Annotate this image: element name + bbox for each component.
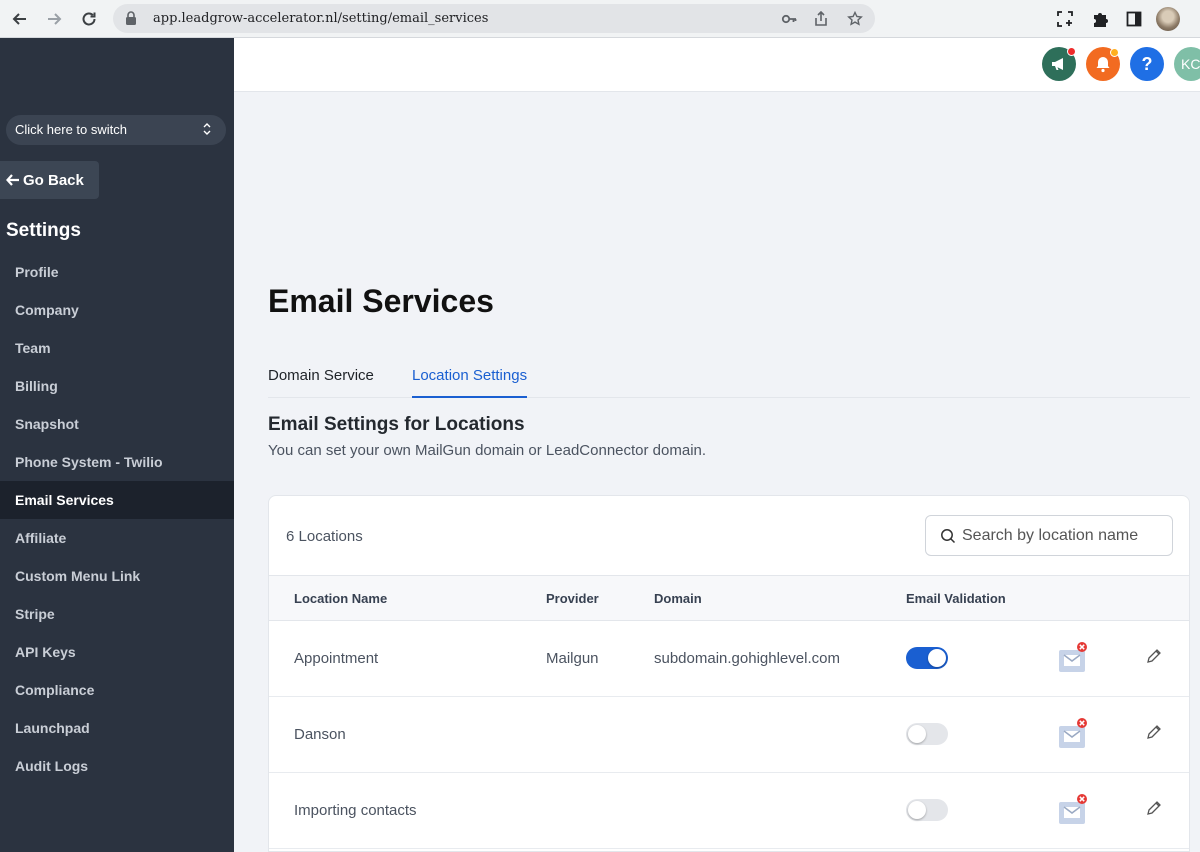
column-header-domain[interactable]: Domain <box>654 591 702 606</box>
search-input[interactable] <box>962 526 1172 545</box>
account-switcher-label: Click here to switch <box>15 122 127 137</box>
location-name: Danson <box>294 726 346 743</box>
tab-location-settings[interactable]: Location Settings <box>412 367 528 398</box>
sidebar-item-team[interactable]: Team <box>0 329 234 367</box>
column-header-location-name[interactable]: Location Name <box>294 591 387 606</box>
search-icon <box>941 528 956 543</box>
mail-error-icon[interactable] <box>1058 793 1088 827</box>
sidebar-item-company[interactable]: Company <box>0 291 234 329</box>
sidebar-item-api-keys[interactable]: API Keys <box>0 633 234 671</box>
reload-icon[interactable] <box>77 7 101 31</box>
help-button[interactable]: ? <box>1130 47 1164 81</box>
notifications-button[interactable] <box>1086 47 1120 81</box>
bell-icon <box>1096 57 1110 73</box>
tab-bar: Domain Service Location Settings <box>268 360 1190 398</box>
arrow-left-icon <box>6 174 19 186</box>
extensions-puzzle-icon[interactable] <box>1090 9 1110 29</box>
email-validation-toggle[interactable] <box>906 799 948 821</box>
chevron-updown-icon <box>203 123 211 135</box>
email-validation-toggle[interactable] <box>906 723 948 745</box>
notification-dot <box>1110 48 1119 57</box>
pencil-edit-icon[interactable] <box>1145 723 1163 741</box>
column-header-provider[interactable]: Provider <box>546 591 599 606</box>
locations-count: 6 Locations <box>286 528 363 545</box>
section-title: Email Settings for Locations <box>268 414 525 435</box>
pencil-edit-icon[interactable] <box>1145 647 1163 665</box>
toggle-knob <box>928 649 946 667</box>
forward-arrow-icon[interactable] <box>42 7 66 31</box>
location-name: Appointment <box>294 650 379 667</box>
tab-domain-service[interactable]: Domain Service <box>268 367 374 384</box>
announcements-button[interactable] <box>1042 47 1076 81</box>
screen-capture-icon[interactable] <box>1055 9 1075 29</box>
location-name: Importing contacts <box>294 802 417 819</box>
table-header: Location Name Provider Domain Email Vali… <box>269 575 1189 621</box>
section-subtitle: You can set your own MailGun domain or L… <box>268 442 707 459</box>
profile-avatar[interactable] <box>1156 7 1180 31</box>
mail-error-icon[interactable] <box>1058 641 1088 675</box>
sidebar-item-billing[interactable]: Billing <box>0 367 234 405</box>
sidebar-item-affiliate[interactable]: Affiliate <box>0 519 234 557</box>
address-bar[interactable]: app.leadgrow-accelerator.nl/setting/emai… <box>113 4 875 33</box>
domain: subdomain.gohighlevel.com <box>654 650 840 667</box>
sidebar-item-profile[interactable]: Profile <box>0 253 234 291</box>
back-arrow-icon[interactable] <box>8 7 32 31</box>
sidebar-item-email-services[interactable]: Email Services <box>0 481 234 519</box>
account-switcher[interactable]: Click here to switch <box>6 115 226 145</box>
go-back-button[interactable]: Go Back <box>0 161 99 199</box>
table-row: Importing contacts <box>269 773 1189 849</box>
toggle-knob <box>908 801 926 819</box>
notification-dot <box>1067 47 1076 56</box>
table-row: Danson <box>269 697 1189 773</box>
sidebar-item-launchpad[interactable]: Launchpad <box>0 709 234 747</box>
side-panel-icon[interactable] <box>1124 9 1144 29</box>
megaphone-icon <box>1052 58 1063 70</box>
table-row: Appointment Mailgun subdomain.gohighleve… <box>269 621 1189 697</box>
location-search <box>925 515 1173 556</box>
sidebar-item-stripe[interactable]: Stripe <box>0 595 234 633</box>
page-title: Email Services <box>268 283 494 319</box>
key-icon[interactable] <box>780 10 798 28</box>
sidebar: Click here to switch Go Back Settings Pr… <box>0 38 234 852</box>
sidebar-item-phone-system[interactable]: Phone System - Twilio <box>0 443 234 481</box>
app-header: ? KC <box>234 38 1200 92</box>
settings-menu: Profile Company Team Billing Snapshot Ph… <box>0 253 234 785</box>
lock-icon <box>126 11 136 25</box>
pencil-edit-icon[interactable] <box>1145 799 1163 817</box>
url-text: app.leadgrow-accelerator.nl/setting/emai… <box>153 11 489 26</box>
column-header-email-validation[interactable]: Email Validation <box>906 591 1006 606</box>
browser-toolbar: app.leadgrow-accelerator.nl/setting/emai… <box>0 0 1200 38</box>
settings-heading: Settings <box>6 220 81 241</box>
go-back-label: Go Back <box>23 171 84 189</box>
share-icon[interactable] <box>812 10 830 28</box>
star-icon[interactable] <box>846 10 864 28</box>
toggle-knob <box>908 725 926 743</box>
mail-error-icon[interactable] <box>1058 717 1088 751</box>
sidebar-item-custom-menu-link[interactable]: Custom Menu Link <box>0 557 234 595</box>
sidebar-item-audit-logs[interactable]: Audit Logs <box>0 747 234 785</box>
sidebar-item-compliance[interactable]: Compliance <box>0 671 234 709</box>
provider: Mailgun <box>546 650 599 667</box>
sidebar-item-snapshot[interactable]: Snapshot <box>0 405 234 443</box>
locations-table-card: 6 Locations Location Name Provider Domai… <box>268 495 1190 852</box>
user-avatar[interactable]: KC <box>1174 47 1200 81</box>
email-validation-toggle[interactable] <box>906 647 948 669</box>
